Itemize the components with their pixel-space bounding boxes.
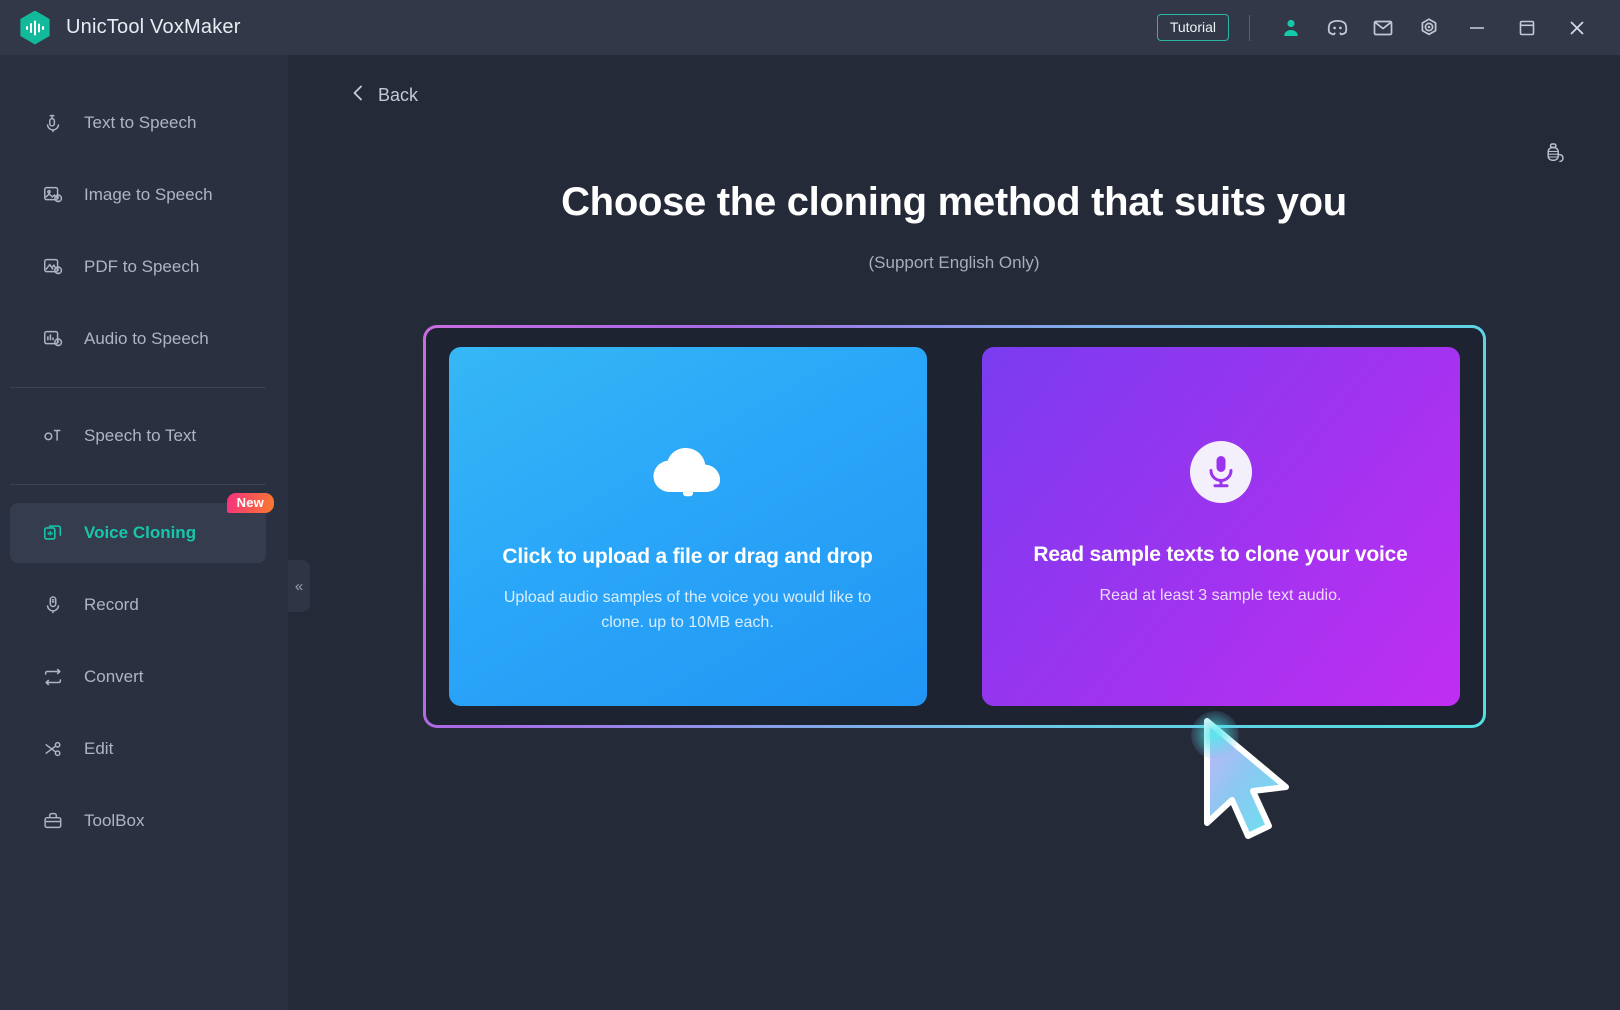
settings-gear-icon[interactable]	[1408, 7, 1450, 49]
main-content: Back Choose the cloning method that suit…	[288, 55, 1620, 1010]
convert-icon	[40, 666, 66, 688]
sidebar-item-edit[interactable]: Edit	[10, 719, 266, 779]
app-window: UnicTool VoxMaker Tutorial Text to Speec…	[0, 0, 1620, 1010]
new-badge: New	[226, 493, 274, 513]
sidebar-item-label: PDF to Speech	[84, 257, 200, 276]
tutorial-button[interactable]: Tutorial	[1156, 13, 1229, 42]
mail-icon[interactable]	[1362, 7, 1404, 49]
sidebar-item-record[interactable]: Record	[10, 575, 266, 635]
card-subtitle: Upload audio samples of the voice you wo…	[503, 589, 872, 632]
sidebar-item-speech-to-text[interactable]: Speech to Text	[10, 406, 266, 466]
card-title: Click to upload a file or drag and drop	[502, 545, 873, 568]
speech-to-text-icon	[40, 425, 66, 447]
voice-cloning-icon	[40, 522, 66, 544]
toolbox-icon	[40, 810, 66, 832]
sidebar-item-pdf-to-speech[interactable]: PDF to Speech	[10, 237, 266, 297]
chevron-left-icon	[350, 83, 366, 108]
discord-icon[interactable]	[1316, 7, 1358, 49]
record-icon	[40, 594, 66, 616]
read-sample-card[interactable]: Read sample texts to clone your voice Re…	[981, 347, 1460, 706]
cloning-method-panel: Click to upload a file or drag and drop …	[422, 325, 1486, 728]
sidebar-item-label: Text to Speech	[84, 113, 197, 132]
card-title: Read sample texts to clone your voice	[1033, 543, 1408, 566]
sidebar-item-image-to-speech[interactable]: Image to Speech	[10, 165, 266, 225]
titlebar-actions: Tutorial	[1156, 7, 1600, 49]
account-icon[interactable]	[1270, 7, 1312, 49]
sidebar-item-text-to-speech[interactable]: Text to Speech	[10, 93, 266, 153]
sidebar-item-label: Convert	[84, 667, 144, 686]
title-bar: UnicTool VoxMaker Tutorial	[0, 0, 1620, 55]
body: Text to Speech Image to Speech PDF to Sp…	[0, 55, 1620, 1010]
minimize-button[interactable]	[1454, 7, 1500, 49]
cloning-method-panel-inner: Click to upload a file or drag and drop …	[425, 328, 1483, 725]
sidebar-item-label: Audio to Speech	[84, 329, 209, 348]
upload-file-card[interactable]: Click to upload a file or drag and drop …	[448, 347, 927, 706]
sidebar-divider-2	[10, 484, 266, 485]
image-to-speech-icon	[40, 184, 66, 206]
page-subtitle: (Support English Only)	[868, 253, 1040, 272]
sidebar-item-label: Image to Speech	[84, 185, 213, 204]
back-button[interactable]: Back	[350, 83, 418, 108]
audio-to-speech-icon	[40, 328, 66, 350]
text-to-speech-icon	[40, 112, 66, 134]
sidebar-item-voice-cloning[interactable]: New Voice Cloning	[10, 493, 274, 563]
sidebar-item-toolbox[interactable]: ToolBox	[10, 791, 266, 851]
sidebar-item-label: ToolBox	[84, 811, 145, 830]
sidebar-item-audio-to-speech[interactable]: Audio to Speech	[10, 309, 266, 369]
sidebar-collapse-button[interactable]: «	[288, 560, 310, 612]
sidebar-divider-1	[10, 387, 266, 388]
card-subtitle: Read at least 3 sample text audio.	[1099, 587, 1342, 604]
sidebar-item-convert[interactable]: Convert	[10, 647, 266, 707]
titlebar-divider	[1249, 14, 1250, 41]
sidebar-item-label: Record	[84, 595, 139, 614]
close-button[interactable]	[1554, 7, 1600, 49]
edit-scissors-icon	[40, 738, 66, 760]
sidebar-item-label: Voice Cloning	[84, 523, 197, 542]
sidebar-item-label: Speech to Text	[84, 426, 197, 445]
page-title: Choose the cloning method that suits you	[561, 180, 1347, 224]
maximize-button[interactable]	[1504, 7, 1550, 49]
back-label: Back	[378, 85, 419, 105]
cloud-upload-icon	[649, 435, 727, 509]
voice-wave-logo-icon	[20, 10, 50, 45]
sidebar-item-label: Edit	[84, 739, 114, 758]
app-brand: UnicTool VoxMaker	[18, 10, 241, 45]
microphone-device-icon[interactable]	[1538, 137, 1574, 173]
app-title: UnicTool VoxMaker	[66, 16, 241, 38]
pdf-to-speech-icon	[40, 256, 66, 278]
microphone-circle-icon	[1189, 435, 1252, 509]
sidebar: Text to Speech Image to Speech PDF to Sp…	[0, 55, 310, 1010]
